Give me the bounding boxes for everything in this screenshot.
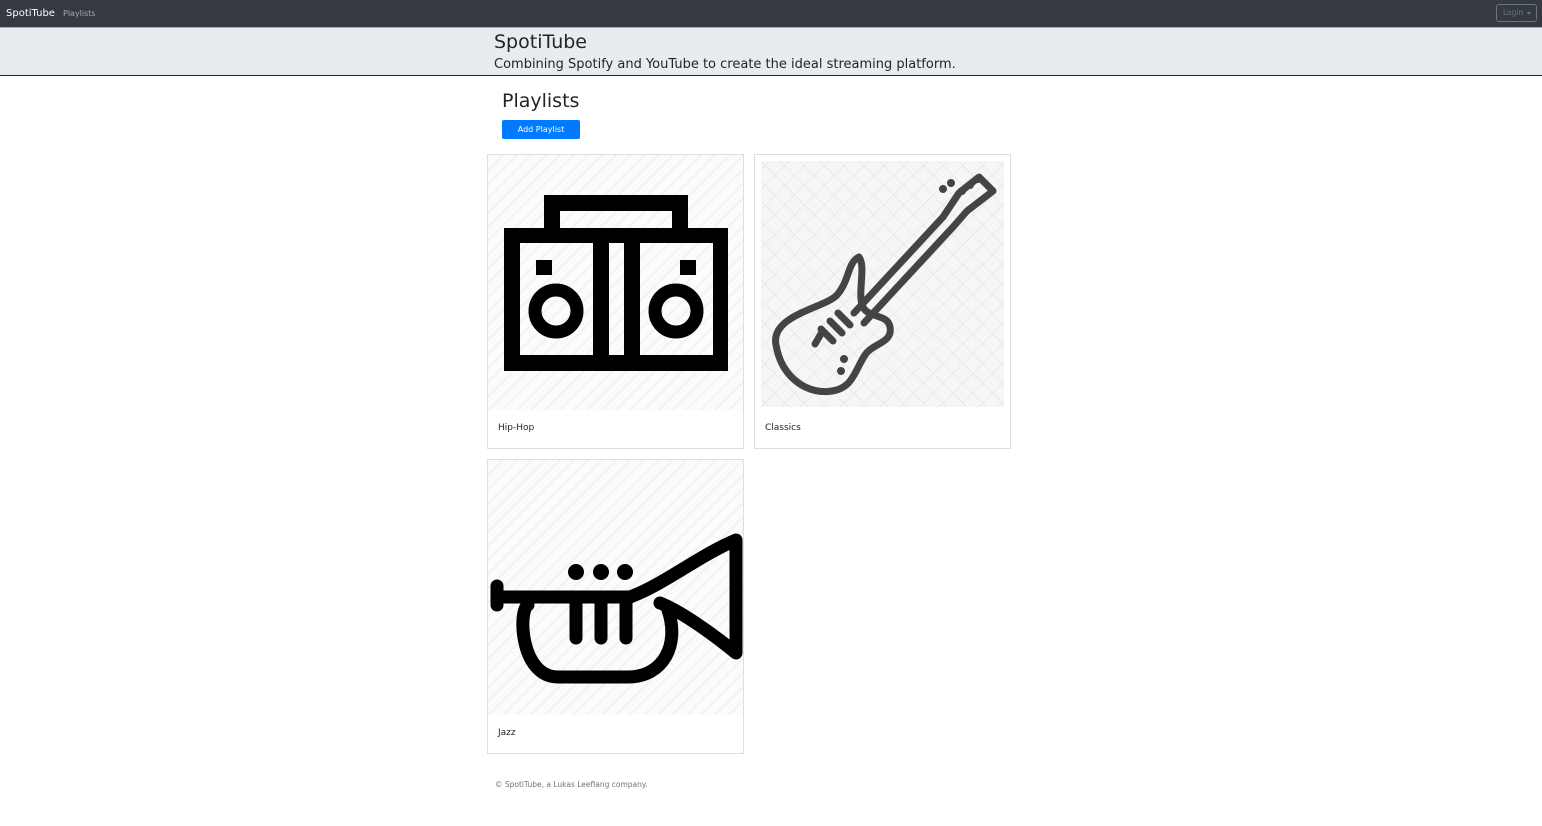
- login-dropdown-button[interactable]: Login: [1496, 4, 1537, 22]
- caret-down-icon: [1527, 11, 1532, 15]
- playlist-image: [488, 155, 743, 410]
- footer-text: © SpotiTube, a Lukas Leeflang company.: [495, 780, 648, 789]
- playlist-name[interactable]: Classics: [765, 422, 801, 434]
- playlist-card-jazz[interactable]: Jazz: [487, 459, 744, 754]
- guitar-icon: [761, 161, 1004, 407]
- nav-link-playlists[interactable]: Playlists: [63, 8, 96, 19]
- navbar-brand[interactable]: SpotiTube: [6, 7, 55, 20]
- site-subtitle: Combining Spotify and YouTube to create …: [494, 57, 956, 72]
- site-title: SpotiTube: [494, 31, 587, 53]
- add-playlist-button[interactable]: Add Playlist: [502, 120, 580, 139]
- playlist-image: [488, 460, 743, 715]
- playlist-card-classics[interactable]: Classics: [754, 154, 1011, 449]
- boombox-icon: [488, 155, 743, 410]
- playlist-name[interactable]: Hip-Hop: [498, 422, 534, 434]
- jumbotron: SpotiTube Combining Spotify and YouTube …: [0, 27, 1542, 76]
- trumpet-icon: [488, 460, 743, 715]
- page-title: Playlists: [502, 90, 580, 112]
- playlist-card-hip-hop[interactable]: Hip-Hop: [487, 154, 744, 449]
- playlist-name[interactable]: Jazz: [498, 727, 516, 739]
- navbar: SpotiTube Playlists Login: [0, 0, 1542, 27]
- login-label: Login: [1503, 8, 1524, 17]
- playlist-image: [755, 155, 1010, 410]
